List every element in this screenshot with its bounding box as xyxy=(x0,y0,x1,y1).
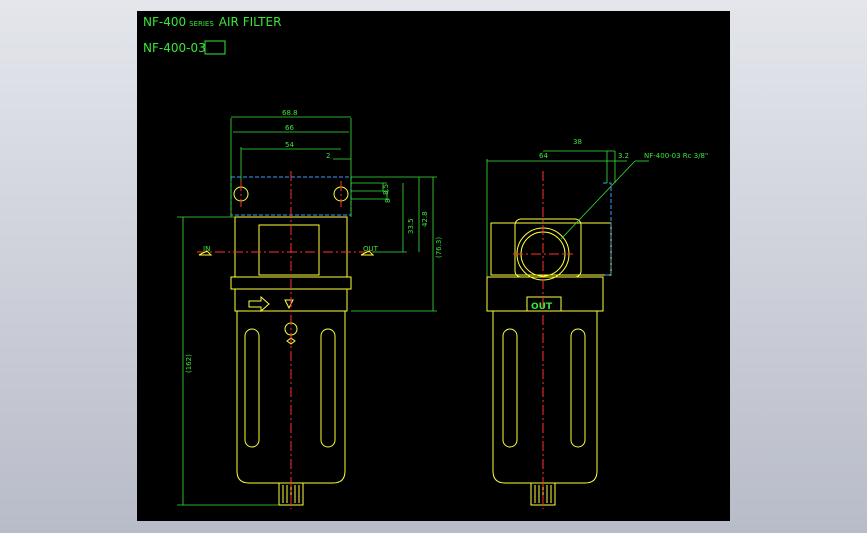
dim-height-total: (162) xyxy=(185,354,193,373)
dim-hole-a: 8.5 xyxy=(382,184,390,195)
cad-drawing: NF-400 SERIES AIR FILTER NF-400-03 IN OU… xyxy=(143,15,708,509)
dim-height-b: 42.8 xyxy=(421,211,429,227)
model-number-box xyxy=(204,40,226,55)
dim-height-a: 33.5 xyxy=(407,218,415,234)
dim-height-c: (76.3) xyxy=(435,237,443,258)
front-centerlines xyxy=(197,171,377,509)
dim-hole-b: 8 xyxy=(384,199,392,203)
dim-small-gap: 2 xyxy=(326,152,330,160)
dim-side-small: 3.2 xyxy=(618,152,629,160)
drawing-title: NF-400 SERIES AIR FILTER xyxy=(143,15,281,29)
port-callout: NF-400-03 Rc 3/8" xyxy=(644,152,708,160)
dim-width-overall: 68.8 xyxy=(282,109,298,117)
dim-side-offset: 38 xyxy=(573,138,582,146)
out-label: OUT xyxy=(531,302,553,312)
dim-width-body: 66 xyxy=(285,124,294,132)
cad-viewport[interactable]: NF-400 SERIES AIR FILTER NF-400-03 IN OU… xyxy=(137,11,730,521)
dim-side-width: 64 xyxy=(539,152,548,160)
side-centerlines xyxy=(513,171,573,509)
side-view xyxy=(486,218,612,506)
side-bracket-hidden xyxy=(603,182,612,276)
dim-width-mount: 54 xyxy=(285,141,294,149)
in-label: IN xyxy=(203,245,210,253)
model-number: NF-400-03 xyxy=(143,41,206,55)
side-dimensions xyxy=(486,150,649,277)
